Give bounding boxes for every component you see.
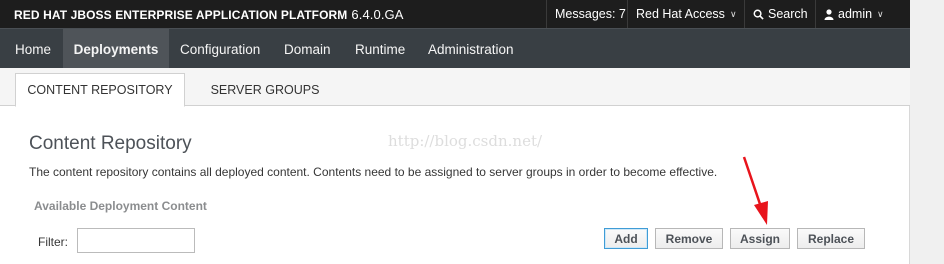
product-brand: RED HAT JBOSS ENTERPRISE APPLICATION PLA… xyxy=(14,7,404,22)
messages-label: Messages: 7 xyxy=(555,7,626,21)
app-frame: RED HAT JBOSS ENTERPRISE APPLICATION PLA… xyxy=(0,0,910,264)
tab-content-repository[interactable]: CONTENT REPOSITORY xyxy=(15,73,185,107)
filter-input[interactable] xyxy=(77,228,195,253)
brand-version: 6.4.0.GA xyxy=(351,7,404,22)
brand-name: RED HAT JBOSS ENTERPRISE APPLICATION PLA… xyxy=(14,8,348,22)
chevron-down-icon: ∨ xyxy=(729,8,737,19)
user-icon xyxy=(824,8,834,20)
search-icon xyxy=(753,9,764,20)
main-nav: Home Deployments Configuration Domain Ru… xyxy=(0,28,910,69)
nav-deployments[interactable]: Deployments xyxy=(63,29,169,69)
user-menu[interactable]: admin ∨ xyxy=(815,0,910,28)
nav-runtime[interactable]: Runtime xyxy=(343,29,417,69)
add-button[interactable]: Add xyxy=(604,228,648,249)
page-description: The content repository contains all depl… xyxy=(29,165,718,179)
watermark-text: http://blog.csdn.net/ xyxy=(388,132,543,150)
search-label: Search xyxy=(768,7,808,21)
nav-administration[interactable]: Administration xyxy=(416,29,526,69)
remove-button[interactable]: Remove xyxy=(655,228,723,249)
red-hat-access-label: Red Hat Access xyxy=(636,7,725,21)
section-heading: Available Deployment Content xyxy=(34,199,207,213)
nav-domain[interactable]: Domain xyxy=(272,29,343,69)
nav-home[interactable]: Home xyxy=(3,29,63,69)
filter-label: Filter: xyxy=(38,235,68,249)
replace-button[interactable]: Replace xyxy=(797,228,865,249)
assign-button[interactable]: Assign xyxy=(730,228,790,249)
user-name: admin xyxy=(838,7,873,21)
search-link[interactable]: Search xyxy=(744,0,816,28)
top-header-bar: RED HAT JBOSS ENTERPRISE APPLICATION PLA… xyxy=(0,0,910,28)
chevron-down-icon: ∨ xyxy=(877,8,884,19)
annotation-arrow-icon xyxy=(742,156,768,225)
messages-link[interactable]: Messages: 7 xyxy=(546,0,634,28)
red-hat-access-menu[interactable]: Red Hat Access ∨ xyxy=(627,0,745,28)
tab-server-groups[interactable]: SERVER GROUPS xyxy=(190,73,340,107)
sub-tab-bar: CONTENT REPOSITORY SERVER GROUPS xyxy=(0,68,910,107)
nav-configuration[interactable]: Configuration xyxy=(168,29,272,69)
page-title: Content Repository xyxy=(29,133,192,154)
